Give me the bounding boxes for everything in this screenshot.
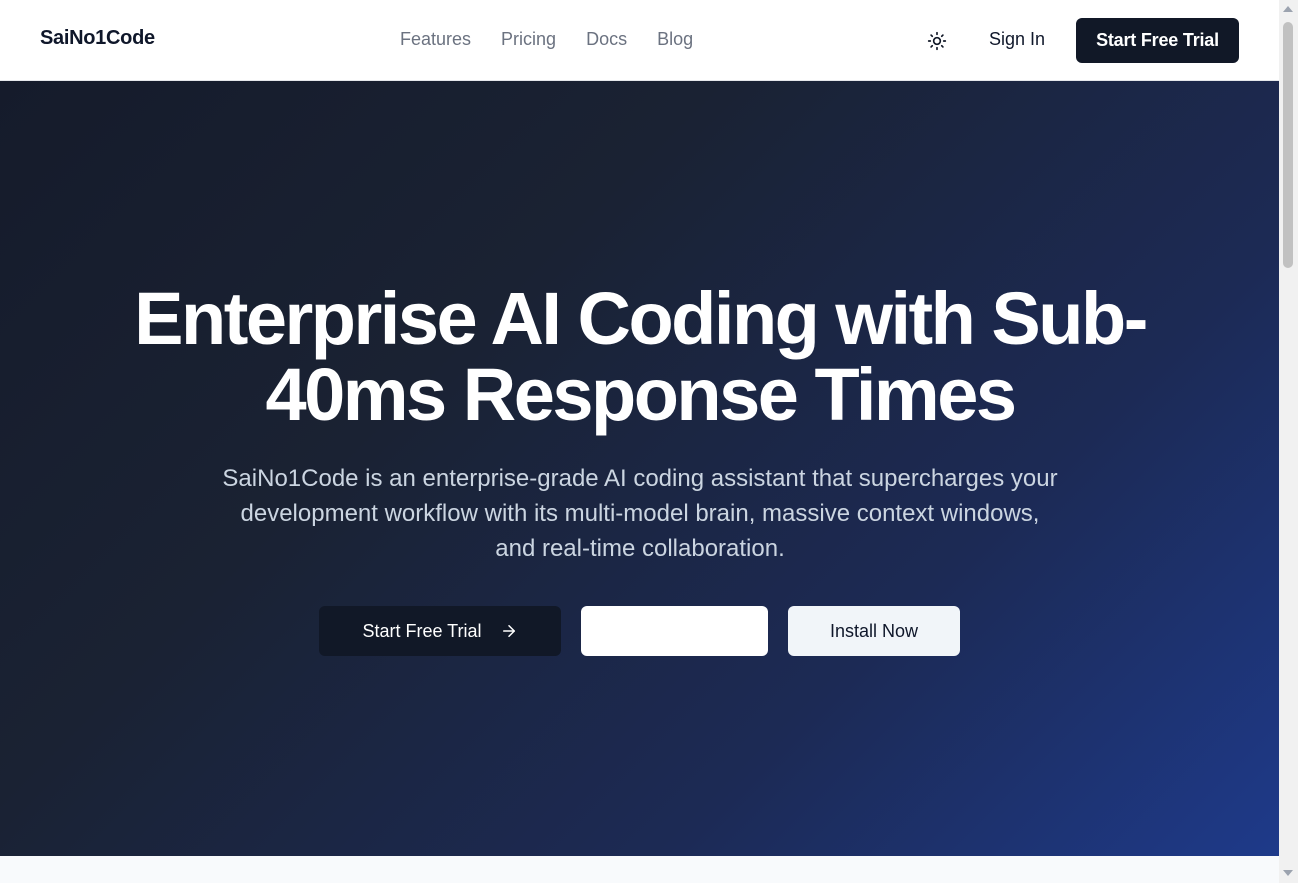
nav-link-docs[interactable]: Docs (586, 29, 627, 50)
secondary-button[interactable] (581, 606, 768, 656)
page: SaiNo1Code Features Pricing Docs Blog Si… (0, 0, 1279, 883)
scroll-down-arrow-icon[interactable] (1283, 870, 1293, 876)
arrow-right-icon (502, 625, 515, 637)
theme-toggle-button[interactable] (925, 29, 949, 53)
nav-link-blog[interactable]: Blog (657, 29, 693, 50)
nav-link-features[interactable]: Features (400, 29, 471, 50)
header-start-trial-button[interactable]: Start Free Trial (1076, 18, 1239, 63)
scroll-thumb[interactable] (1283, 22, 1293, 268)
start-free-trial-button[interactable]: Start Free Trial (319, 606, 561, 656)
logo[interactable]: SaiNo1Code (40, 27, 155, 50)
sign-in-link[interactable]: Sign In (989, 29, 1045, 50)
sun-icon (927, 31, 947, 51)
site-header: SaiNo1Code Features Pricing Docs Blog Si… (0, 0, 1279, 81)
hero-section: Enterprise AI Coding with Sub-40ms Respo… (0, 81, 1279, 856)
hero-title: Enterprise AI Coding with Sub-40ms Respo… (134, 277, 1148, 436)
start-free-trial-label: Start Free Trial (362, 620, 482, 641)
nav-link-pricing[interactable]: Pricing (501, 29, 556, 50)
vertical-scrollbar[interactable] (1279, 0, 1298, 883)
hero-subtitle: SaiNo1Code is an enterprise-grade AI cod… (222, 465, 1058, 562)
main-nav: Features Pricing Docs Blog (400, 29, 693, 50)
scroll-up-arrow-icon[interactable] (1283, 6, 1293, 12)
install-now-button[interactable]: Install Now (788, 606, 960, 656)
